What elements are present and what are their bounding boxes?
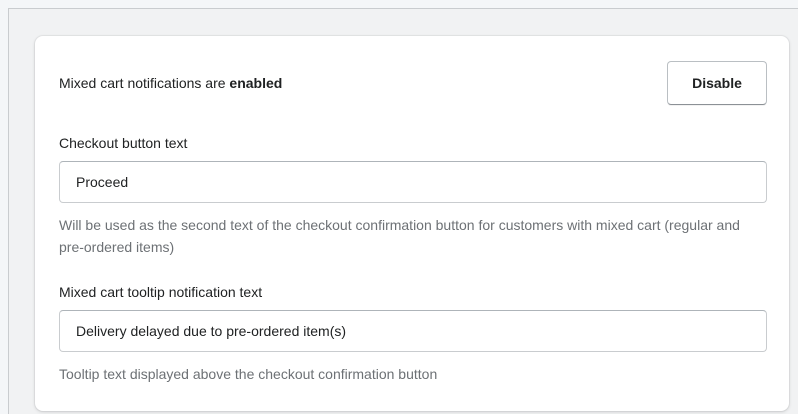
checkout-button-text-label: Checkout button text xyxy=(59,135,188,151)
disable-button[interactable]: Disable xyxy=(667,61,767,105)
status-text: Mixed cart notifications are enabled xyxy=(59,75,282,91)
status-state: enabled xyxy=(229,75,283,91)
mixed-cart-settings-card: Mixed cart notifications are enabled Dis… xyxy=(35,36,789,411)
status-prefix: Mixed cart notifications are xyxy=(59,75,230,91)
tooltip-text-label: Mixed cart tooltip notification text xyxy=(59,284,263,300)
checkout-button-text-help: Will be used as the second text of the c… xyxy=(59,217,740,255)
page-frame: Mixed cart notifications are enabled Dis… xyxy=(8,8,798,414)
tooltip-text-input[interactable] xyxy=(59,310,767,352)
tooltip-text-help: Tooltip text displayed above the checkou… xyxy=(59,366,438,382)
status-row: Mixed cart notifications are enabled Dis… xyxy=(59,61,767,105)
checkout-button-text-input[interactable] xyxy=(59,161,767,203)
